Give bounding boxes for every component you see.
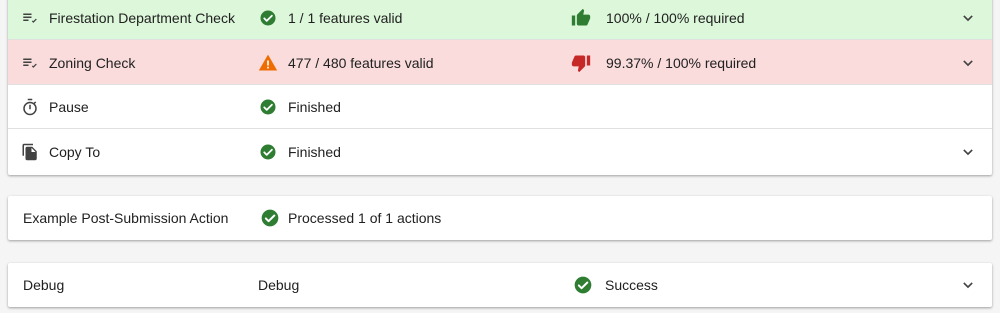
step-requirement: 100% / 100% required [606, 10, 745, 26]
step-row-firestation-department-check[interactable]: Firestation Department Check 1 / 1 featu… [8, 0, 992, 40]
step-name: Zoning Check [49, 54, 136, 71]
step-status: 477 / 480 features valid [288, 54, 434, 71]
check-circle-icon [573, 263, 593, 307]
checklist-icon [20, 40, 40, 85]
workflow-steps-card: Firestation Department Check 1 / 1 featu… [8, 0, 992, 175]
post-submission-row[interactable]: Example Post-Submission Action Processed… [8, 196, 992, 240]
thumb-up-icon [571, 0, 591, 40]
chevron-down-icon[interactable] [956, 40, 980, 85]
step-name: Copy To [49, 144, 101, 160]
check-circle-icon [258, 129, 278, 175]
chevron-down-icon[interactable] [956, 263, 980, 307]
timer-icon [20, 85, 40, 129]
debug-card: Debug Debug Success [8, 263, 992, 307]
check-circle-icon [258, 0, 278, 40]
debug-row[interactable]: Debug Debug Success [8, 263, 992, 307]
check-circle-icon [258, 85, 278, 129]
copy-icon [20, 129, 40, 175]
step-row-pause[interactable]: Pause Finished [8, 85, 992, 129]
step-name: Firestation Department Check [49, 10, 235, 26]
debug-status: Success [605, 277, 658, 293]
step-status: Finished [288, 99, 341, 115]
step-status: 1 / 1 features valid [288, 10, 403, 26]
post-submission-status: Processed 1 of 1 actions [288, 210, 442, 226]
step-row-copy-to[interactable]: Copy To Finished [8, 129, 992, 175]
step-requirement: 99.37% / 100% required [606, 54, 757, 71]
debug-name: Debug [23, 277, 65, 293]
chevron-down-icon[interactable] [956, 0, 980, 40]
step-name: Pause [49, 99, 89, 115]
chevron-down-icon[interactable] [956, 129, 980, 175]
check-circle-icon [260, 196, 280, 240]
post-submission-card: Example Post-Submission Action Processed… [8, 196, 992, 240]
debug-type: Debug [258, 277, 300, 293]
checklist-icon [20, 0, 40, 40]
step-status: Finished [288, 144, 341, 160]
post-submission-name: Example Post-Submission Action [23, 210, 229, 226]
thumb-down-icon [571, 40, 591, 85]
warning-icon [258, 40, 278, 85]
step-row-zoning-check[interactable]: Zoning Check 477 / 480 features valid 99… [8, 40, 992, 85]
